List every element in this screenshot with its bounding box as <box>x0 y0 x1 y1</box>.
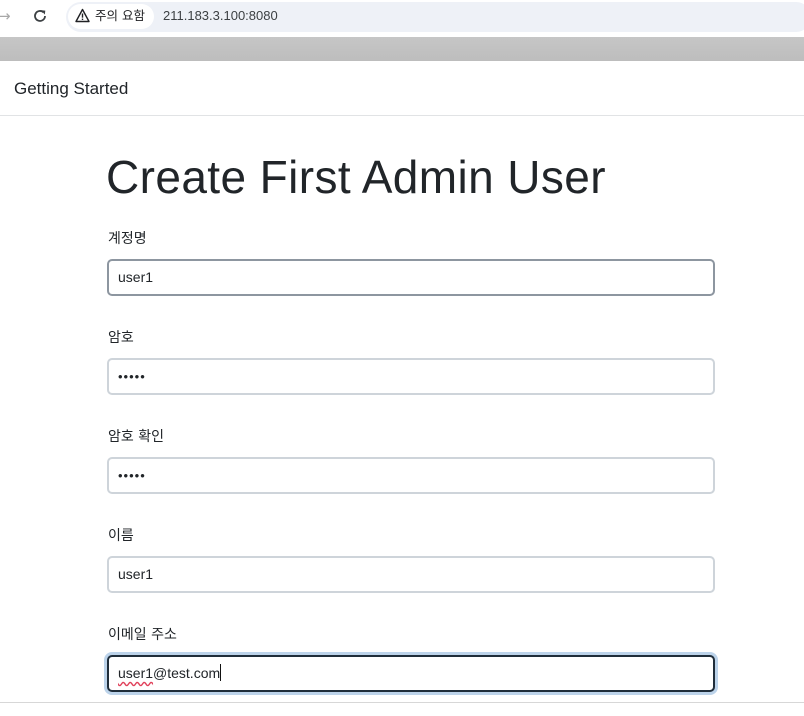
password-confirm-value: ••••• <box>118 468 146 483</box>
email-domain-part: @test.com <box>153 665 221 681</box>
page-backdrop <box>0 37 804 61</box>
full-name-value: user1 <box>118 566 154 582</box>
password-label: 암호 <box>108 330 134 346</box>
full-name-field[interactable]: user1 <box>107 556 715 593</box>
text-cursor <box>220 664 222 681</box>
forward-arrow-icon[interactable]: → <box>0 7 12 25</box>
security-label[interactable]: 주의 요함 <box>95 7 145 24</box>
email-label: 이메일 주소 <box>108 627 177 643</box>
username-label: 계정명 <box>108 231 147 247</box>
warning-triangle-icon <box>75 8 90 23</box>
setup-wizard-panel: Getting Started Create First Admin User … <box>0 61 804 716</box>
page-title: Create First Admin User <box>106 151 606 203</box>
email-field[interactable]: user1@test.com <box>107 655 715 692</box>
password-field[interactable]: ••••• <box>107 358 715 395</box>
password-confirm-label: 암호 확인 <box>108 429 164 445</box>
panel-header: Getting Started <box>0 61 804 116</box>
reload-icon[interactable] <box>32 8 48 24</box>
full-name-label: 이름 <box>108 528 134 544</box>
username-value: user1 <box>118 269 154 285</box>
header-title: Getting Started <box>14 79 129 98</box>
email-user-part: user1 <box>118 665 154 681</box>
password-value: ••••• <box>118 369 146 384</box>
url-text[interactable]: 211.183.3.100:8080 <box>163 7 278 24</box>
username-field[interactable]: user1 <box>107 259 715 296</box>
browser-toolbar: → 주의 요함 211.183.3.100:8080 <box>0 0 804 34</box>
bottom-divider <box>0 702 804 703</box>
password-confirm-field[interactable]: ••••• <box>107 457 715 494</box>
